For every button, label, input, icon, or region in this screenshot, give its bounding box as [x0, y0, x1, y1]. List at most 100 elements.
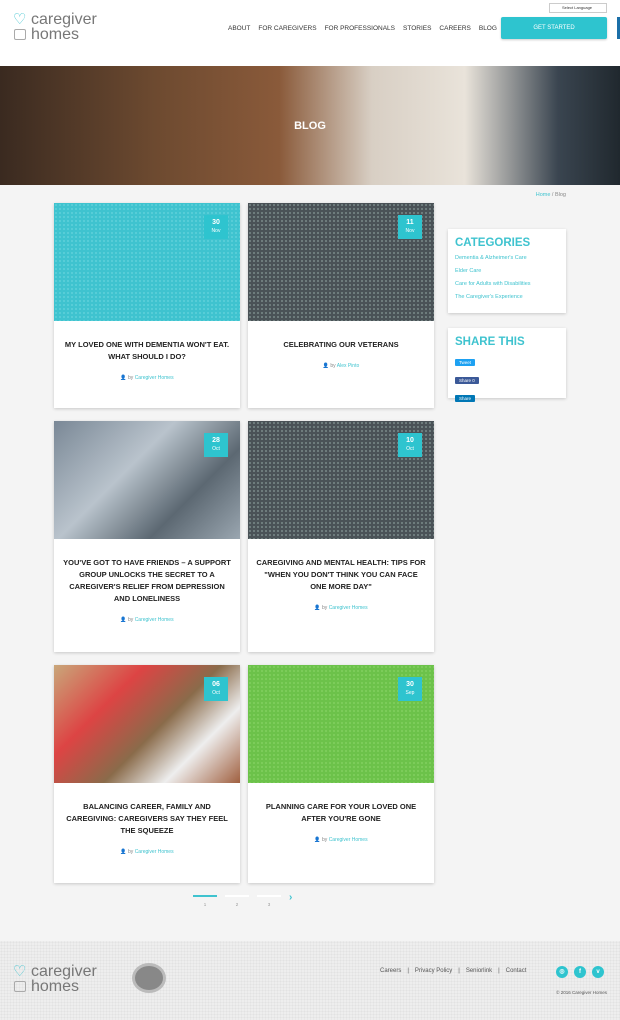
- breadcrumb: Home / Blog: [500, 192, 566, 198]
- heart-icon: ♡: [13, 963, 27, 980]
- date-month: Nov: [405, 228, 415, 234]
- date-day: 06: [212, 681, 220, 688]
- date-month: Nov: [211, 228, 221, 234]
- author-link[interactable]: Caregiver Homes: [135, 375, 174, 381]
- author-link[interactable]: Alex Pinto: [337, 363, 360, 369]
- by-label: by: [128, 849, 134, 855]
- get-started-button[interactable]: GET STARTED: [501, 17, 607, 39]
- post-author: 👤 by Caregiver Homes: [54, 375, 240, 381]
- user-icon: 👤: [314, 605, 321, 611]
- post-title[interactable]: YOU'VE GOT TO HAVE FRIENDS – A SUPPORT G…: [54, 539, 240, 605]
- post-title[interactable]: PLANNING CARE FOR YOUR LOVED ONE AFTER Y…: [248, 783, 434, 825]
- date-badge: 30 Nov: [204, 215, 228, 239]
- facebook-icon[interactable]: f: [574, 966, 586, 978]
- date-badge: 10 Oct: [398, 433, 422, 457]
- nav-careers[interactable]: CAREERS: [439, 25, 470, 32]
- date-badge: 28 Oct: [204, 433, 228, 457]
- author-link[interactable]: Caregiver Homes: [329, 837, 368, 843]
- by-label: by: [330, 363, 336, 369]
- by-label: by: [322, 837, 328, 843]
- linkedin-share-button[interactable]: Share: [455, 395, 476, 402]
- logo-text: homes: [31, 978, 80, 995]
- page-1[interactable]: 1: [193, 895, 217, 907]
- nav-stories[interactable]: STORIES: [403, 25, 431, 32]
- blog-post-card[interactable]: 30 Nov MY LOVED ONE WITH DEMENTIA WON'T E…: [54, 203, 240, 408]
- nav-about[interactable]: ABOUT: [228, 25, 250, 32]
- breadcrumb-home[interactable]: Home: [536, 192, 551, 198]
- post-author: 👤 by Caregiver Homes: [248, 837, 434, 843]
- user-icon: 👤: [314, 837, 321, 843]
- category-link[interactable]: Elder Care: [455, 265, 559, 278]
- page-3[interactable]: 3: [257, 895, 281, 907]
- nav-blog[interactable]: BLOG: [479, 25, 497, 32]
- page-title: BLOG: [294, 120, 326, 132]
- post-image[interactable]: 11 Nov: [248, 203, 434, 321]
- categories-widget: CATEGORIES Dementia & Alzheimer's Care E…: [448, 229, 566, 313]
- main-nav: ABOUT FOR CAREGIVERS FOR PROFESSIONALS S…: [228, 25, 497, 32]
- share-title: SHARE THIS: [455, 336, 525, 348]
- accreditation-badge-icon: [132, 963, 166, 993]
- footer-seniorlink[interactable]: Seniorlink: [466, 968, 492, 974]
- post-author: 👤 by Alex Pinto: [248, 363, 434, 369]
- blog-post-card[interactable]: 10 Oct CAREGIVING AND MENTAL HEALTH: TIPS…: [248, 421, 434, 652]
- date-day: 11: [406, 219, 414, 226]
- categories-title: CATEGORIES: [455, 237, 531, 249]
- pagination: 1 2 3 ›: [193, 893, 292, 907]
- post-title[interactable]: MY LOVED ONE WITH DEMENTIA WON'T EAT. WH…: [54, 321, 240, 363]
- logo-text: caregiver: [31, 11, 97, 28]
- by-label: by: [128, 617, 134, 623]
- chevron-right-icon[interactable]: ›: [289, 893, 292, 903]
- post-image[interactable]: 30 Sep: [248, 665, 434, 783]
- date-badge: 06 Oct: [204, 677, 228, 701]
- date-badge: 30 Sep: [398, 677, 422, 701]
- date-badge: 11 Nov: [398, 215, 422, 239]
- blog-post-card[interactable]: 11 Nov CELEBRATING OUR VETERANS 👤 by Alex…: [248, 203, 434, 408]
- nav-for-caregivers[interactable]: FOR CAREGIVERS: [258, 25, 316, 32]
- footer-careers[interactable]: Careers: [380, 968, 401, 974]
- blog-post-card[interactable]: 28 Oct YOU'VE GOT TO HAVE FRIENDS – A SUP…: [54, 421, 240, 652]
- author-link[interactable]: Caregiver Homes: [135, 849, 174, 855]
- hero-banner: BLOG: [0, 66, 620, 185]
- category-link[interactable]: Dementia & Alzheimer's Care: [455, 252, 559, 265]
- post-author: 👤 by Caregiver Homes: [54, 849, 240, 855]
- share-widget: SHARE THIS Tweet Share 0 Share: [448, 328, 566, 402]
- footer-logo[interactable]: ♡ caregiver homes: [12, 963, 97, 995]
- logo[interactable]: ♡ caregiver homes: [12, 11, 97, 43]
- post-title[interactable]: CAREGIVING AND MENTAL HEALTH: TIPS FOR "…: [248, 539, 434, 593]
- copyright: © 2016 Caregiver Homes: [556, 990, 607, 995]
- footer-links: Careers | Privacy Policy | Seniorlink | …: [380, 968, 526, 974]
- heart-icon: ♡: [13, 11, 27, 28]
- post-title[interactable]: BALANCING CAREER, FAMILY AND CAREGIVING:…: [54, 783, 240, 837]
- blog-post-card[interactable]: 30 Sep PLANNING CARE FOR YOUR LOVED ONE A…: [248, 665, 434, 883]
- vimeo-icon[interactable]: v: [592, 966, 604, 978]
- post-image[interactable]: 30 Nov: [54, 203, 240, 321]
- divider: |: [498, 968, 500, 974]
- facebook-share-button[interactable]: Share 0: [455, 377, 479, 384]
- post-image[interactable]: 06 Oct: [54, 665, 240, 783]
- language-select[interactable]: Select Language: [549, 3, 607, 13]
- post-image[interactable]: 10 Oct: [248, 421, 434, 539]
- category-link[interactable]: Care for Adults with Disabilities: [455, 278, 559, 291]
- user-icon: 👤: [120, 617, 127, 623]
- footer-privacy[interactable]: Privacy Policy: [415, 968, 452, 974]
- page-2[interactable]: 2: [225, 895, 249, 907]
- page-number: 3: [267, 902, 271, 907]
- instagram-icon[interactable]: ◎: [556, 966, 568, 978]
- date-day: 10: [406, 437, 414, 444]
- footer-contact[interactable]: Contact: [506, 968, 527, 974]
- author-link[interactable]: Caregiver Homes: [329, 605, 368, 611]
- date-day: 30: [406, 681, 414, 688]
- date-month: Oct: [212, 446, 220, 452]
- blog-post-card[interactable]: 06 Oct BALANCING CAREER, FAMILY AND CAREG…: [54, 665, 240, 883]
- author-link[interactable]: Caregiver Homes: [135, 617, 174, 623]
- logo-text: caregiver: [31, 963, 97, 980]
- post-image[interactable]: 28 Oct: [54, 421, 240, 539]
- date-day: 30: [212, 219, 220, 226]
- tweet-button[interactable]: Tweet: [455, 359, 476, 366]
- by-label: by: [322, 605, 328, 611]
- nav-for-professionals[interactable]: FOR PROFESSIONALS: [325, 25, 395, 32]
- logo-text: homes: [31, 26, 80, 43]
- breadcrumb-current: Blog: [554, 192, 566, 198]
- post-title[interactable]: CELEBRATING OUR VETERANS: [248, 321, 434, 351]
- category-link[interactable]: The Caregiver's Experience: [455, 291, 559, 304]
